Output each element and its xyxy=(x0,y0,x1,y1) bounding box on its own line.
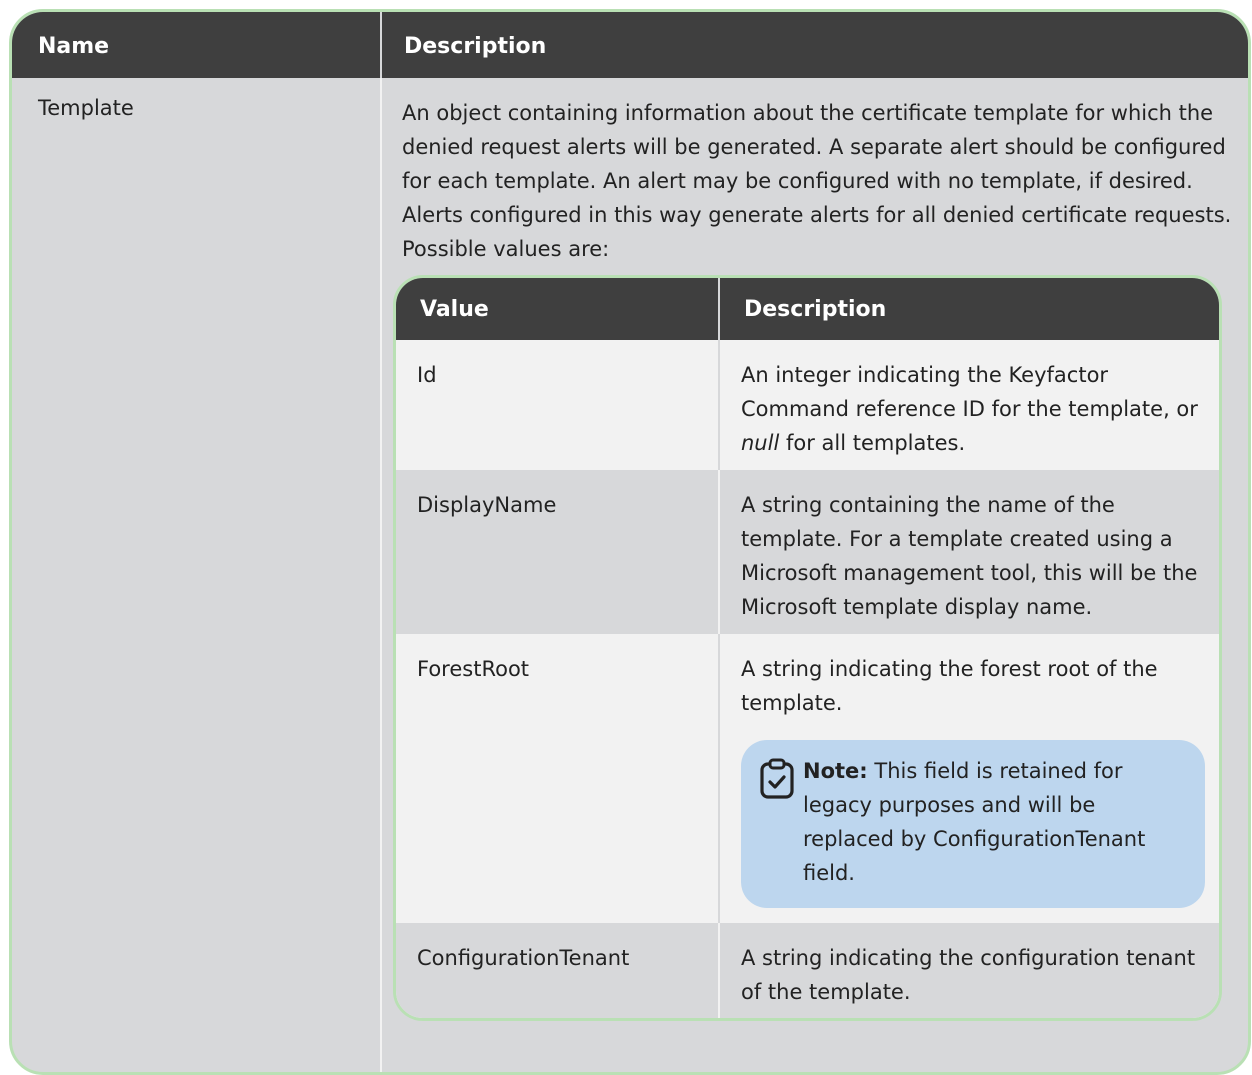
value-name: ConfigurationTenant xyxy=(396,923,720,1018)
value-name: Id xyxy=(396,340,720,470)
value-name: DisplayName xyxy=(396,470,720,634)
clipboard-check-icon xyxy=(759,754,803,908)
values-table: Value Description Id An integer indicati… xyxy=(393,275,1222,1021)
note-label: Note: xyxy=(803,759,868,783)
table-row: ForestRoot A string indicating the fores… xyxy=(396,634,1219,923)
value-description: A string indicating the forest root of t… xyxy=(741,657,1158,715)
header-description: Description xyxy=(719,278,1219,340)
note-text: Note: This field is retained for legacy … xyxy=(803,754,1189,908)
param-description: An object containing information about t… xyxy=(402,101,1232,261)
description-text: An integer indicating the Keyfactor Comm… xyxy=(741,363,1198,421)
note-callout: Note: This field is retained for legacy … xyxy=(741,740,1205,908)
table-row: DisplayName A string containing the name… xyxy=(396,470,1219,634)
values-table-header: Value Description xyxy=(396,278,1219,340)
value-description: A string containing the name of the temp… xyxy=(719,470,1219,634)
parameter-table-header: Name Description xyxy=(12,12,1248,78)
value-description-cell: A string indicating the forest root of t… xyxy=(719,634,1219,923)
value-name: ForestRoot xyxy=(396,634,720,923)
description-text: for all templates. xyxy=(779,431,966,455)
value-description: An integer indicating the Keyfactor Comm… xyxy=(719,340,1219,470)
table-row: ConfigurationTenant A string indicating … xyxy=(396,923,1219,1018)
param-name: Template xyxy=(12,78,382,1072)
table-row: Id An integer indicating the Keyfactor C… xyxy=(396,340,1219,470)
null-keyword: null xyxy=(741,431,780,455)
value-description: A string indicating the configuration te… xyxy=(719,923,1219,1018)
header-value: Value xyxy=(396,278,720,340)
header-description: Description xyxy=(404,34,547,59)
header-name: Name xyxy=(12,12,382,78)
